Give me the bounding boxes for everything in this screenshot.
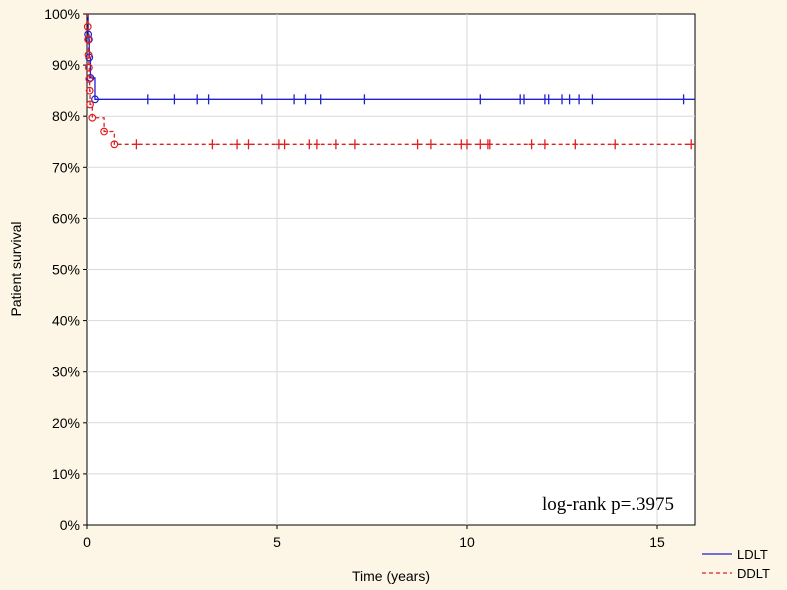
survival-chart: 0% 10% 20% 30% 40% 50% 60% 70% 80% 90% 100% 0 5 10 15… (8, 6, 770, 584)
x-tick-label: 5 (273, 534, 281, 550)
y-tick-label: 80% (52, 108, 80, 124)
y-tick-label: 10% (52, 466, 80, 482)
logrank-annotation: log-rank p=.3975 (542, 494, 674, 515)
x-axis: 0 5 10 15 (83, 525, 665, 550)
y-tick-label: 0% (60, 517, 80, 533)
y-tick-label: 70% (52, 159, 80, 175)
y-axis-title: Patient survival (8, 222, 24, 317)
x-tick-label: 0 (83, 534, 91, 550)
x-tick-label: 10 (459, 534, 475, 550)
y-tick-label: 90% (52, 57, 80, 73)
y-tick-label: 30% (52, 364, 80, 380)
legend-ldlt-label: LDLT (737, 547, 768, 562)
x-axis-title: Time (years) (352, 568, 430, 584)
y-tick-label: 50% (52, 262, 80, 278)
y-tick-label: 60% (52, 210, 80, 226)
y-tick-label: 40% (52, 313, 80, 329)
y-tick-label: 20% (52, 415, 80, 431)
legend: LDLT DDLT (702, 547, 770, 581)
legend-ddlt-label: DDLT (737, 566, 770, 581)
y-axis: 0% 10% 20% 30% 40% 50% 60% 70% 80% 90% 100% (44, 6, 87, 533)
y-tick-label: 100% (44, 6, 80, 22)
x-tick-label: 15 (649, 534, 665, 550)
